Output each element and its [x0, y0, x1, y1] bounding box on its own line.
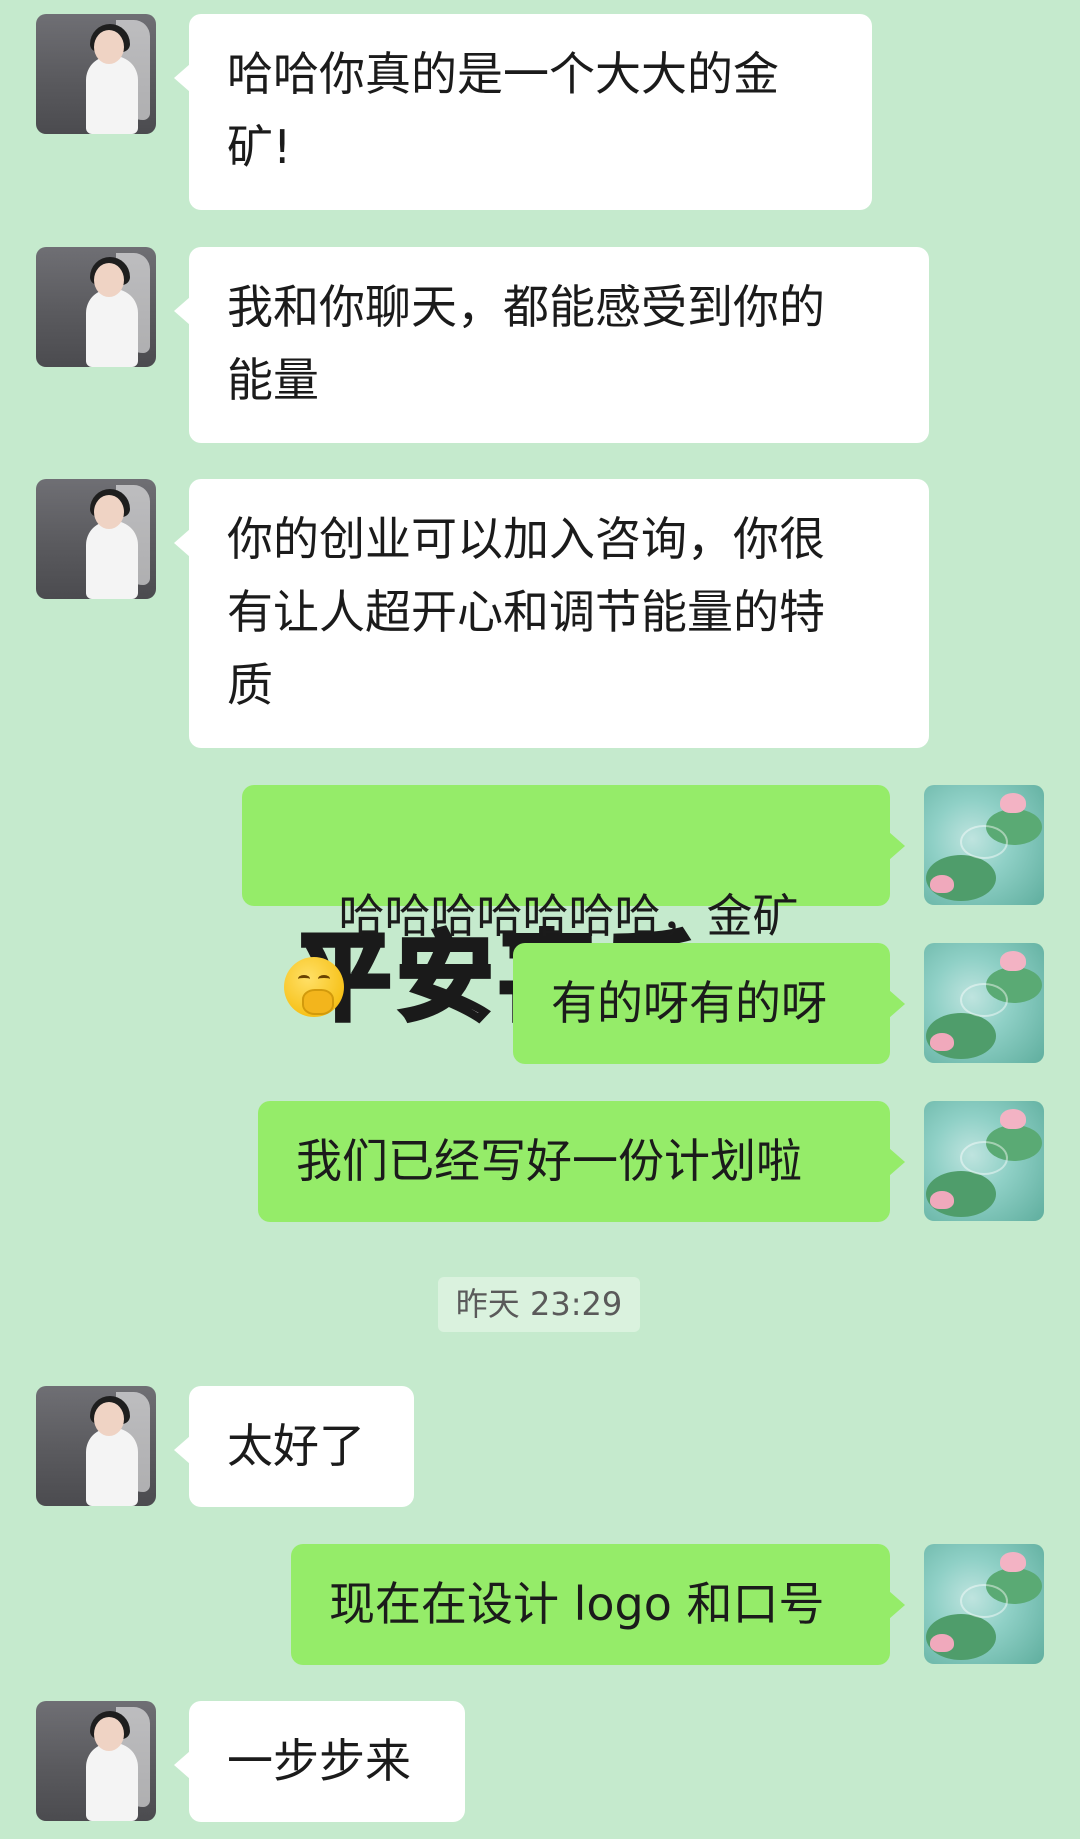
message-bubble-incoming[interactable]: 太好了: [174, 1386, 414, 1507]
contact-avatar[interactable]: [36, 247, 156, 367]
contact-avatar[interactable]: [36, 14, 156, 134]
message-text: 哈哈哈哈哈哈哈，金矿: [338, 889, 799, 943]
message-bubble-incoming[interactable]: 哈哈你真的是一个大大的金 矿!: [174, 14, 872, 210]
thinking-face-emoji-icon: [284, 957, 344, 1017]
contact-avatar[interactable]: [36, 479, 156, 599]
my-avatar[interactable]: [924, 1544, 1044, 1664]
my-avatar[interactable]: [924, 785, 1044, 905]
message-bubble-incoming[interactable]: 我和你聊天，都能感受到你的 能量: [174, 247, 929, 443]
my-avatar[interactable]: [924, 1101, 1044, 1221]
timestamp: 昨天 23:29: [438, 1277, 640, 1332]
chat-area: 平安喜乐 哈哈你真的是一个大大的金 矿! 我和你聊天，都能感受到你的 能量 你的…: [0, 0, 1080, 1839]
message-bubble-outgoing[interactable]: 有的呀有的呀: [513, 943, 905, 1064]
my-avatar[interactable]: [924, 943, 1044, 1063]
message-bubble-outgoing[interactable]: 哈哈哈哈哈哈哈，金矿: [242, 785, 905, 1017]
contact-avatar[interactable]: [36, 1386, 156, 1506]
message-bubble-incoming[interactable]: 你的创业可以加入咨询，你很 有让人超开心和调节能量的特 质: [174, 479, 929, 748]
message-bubble-outgoing[interactable]: 我们已经写好一份计划啦: [258, 1101, 905, 1222]
contact-avatar[interactable]: [36, 1701, 156, 1821]
message-bubble-outgoing[interactable]: 现在在设计 logo 和口号: [291, 1544, 905, 1665]
message-bubble-incoming[interactable]: 一步步来: [174, 1701, 465, 1822]
